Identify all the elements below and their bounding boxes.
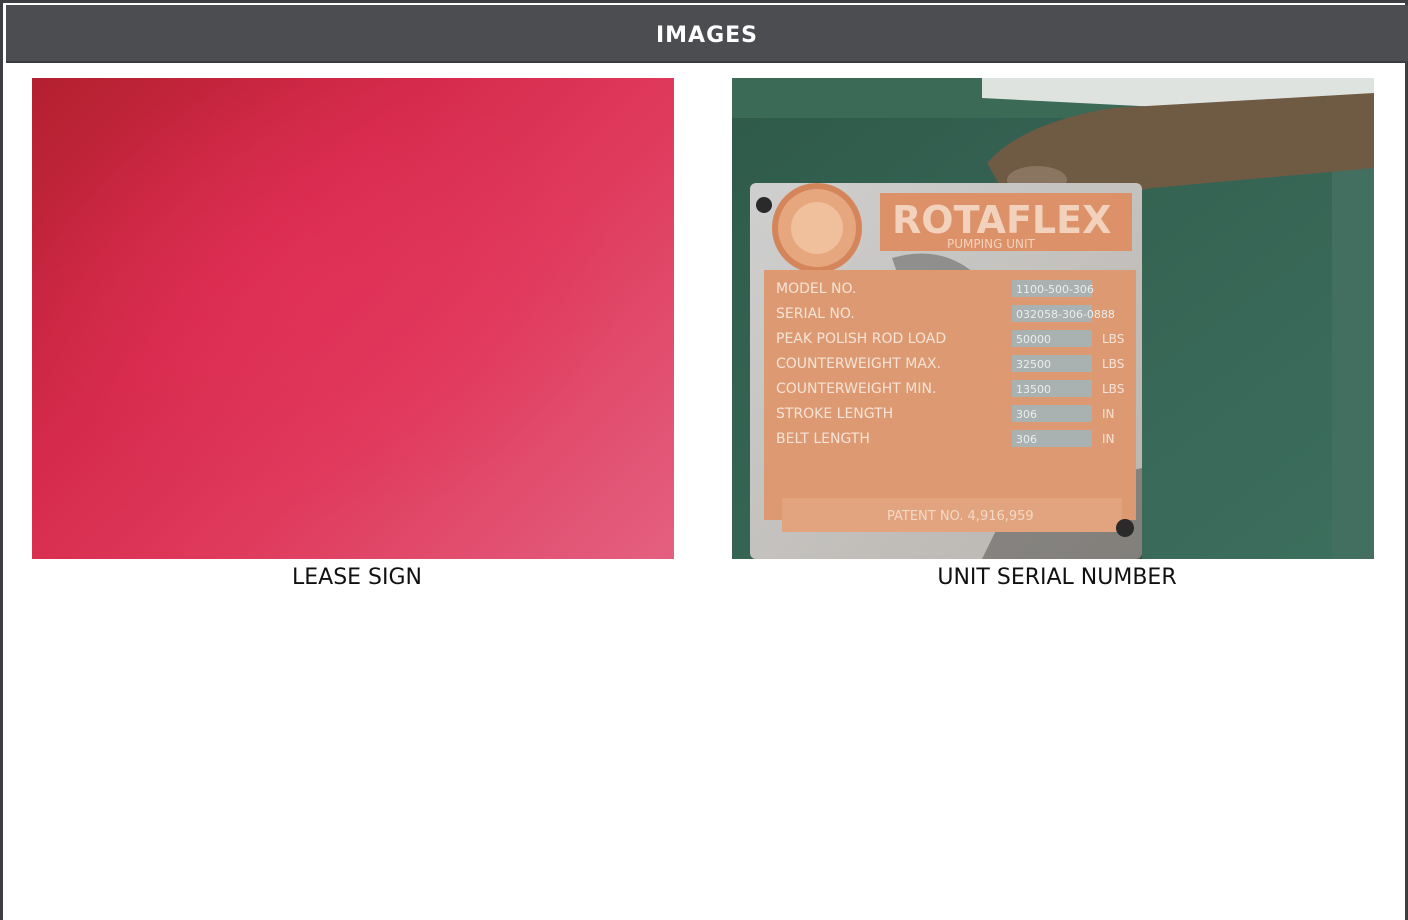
plate-subtitle-text: PUMPING UNIT bbox=[947, 237, 1036, 251]
plate-row-unit: LBS bbox=[1102, 332, 1124, 346]
plate-patent-text: PATENT NO. 4,916,959 bbox=[887, 509, 1034, 524]
plate-row-label: COUNTERWEIGHT MIN. bbox=[776, 381, 936, 397]
plate-row-value: 1100-500-306 bbox=[1016, 283, 1094, 296]
images-panel: IMAGES LEASE SIGN ROTAFLEX PUMPING UNIT … bbox=[0, 0, 1408, 920]
unit-serial-caption: UNIT SERIAL NUMBER bbox=[937, 565, 1177, 590]
plate-row-value: 306 bbox=[1016, 408, 1037, 421]
serial-plate-image: ROTAFLEX PUMPING UNIT MODEL NO. 1100-500-… bbox=[732, 78, 1374, 559]
image-card-lease-sign[interactable]: LEASE SIGN bbox=[32, 78, 674, 590]
plate-row-label: SERIAL NO. bbox=[776, 306, 855, 322]
plate-brand-text: ROTAFLEX bbox=[892, 198, 1111, 242]
plate-row-label: MODEL NO. bbox=[776, 281, 856, 297]
plate-row-unit: IN bbox=[1102, 432, 1115, 446]
plate-row-value: 032058-306-0888 bbox=[1016, 308, 1115, 321]
plate-row-label: BELT LENGTH bbox=[776, 431, 870, 447]
plate-row-label: COUNTERWEIGHT MAX. bbox=[776, 356, 941, 372]
image-card-unit-serial[interactable]: ROTAFLEX PUMPING UNIT MODEL NO. 1100-500-… bbox=[732, 78, 1374, 590]
lease-sign-photo[interactable] bbox=[32, 78, 674, 559]
plate-row-unit: LBS bbox=[1102, 357, 1124, 371]
plate-row-value: 50000 bbox=[1016, 333, 1051, 346]
plate-row-unit: IN bbox=[1102, 407, 1115, 421]
plate-row-label: PEAK POLISH ROD LOAD bbox=[776, 331, 946, 347]
lease-sign-caption: LEASE SIGN bbox=[291, 565, 423, 590]
plate-row-label: STROKE LENGTH bbox=[776, 406, 893, 422]
plate-row-value: 306 bbox=[1016, 433, 1037, 446]
unit-serial-photo[interactable]: ROTAFLEX PUMPING UNIT MODEL NO. 1100-500-… bbox=[732, 78, 1374, 559]
plate-row-value: 32500 bbox=[1016, 358, 1051, 371]
plate-row-unit: LBS bbox=[1102, 382, 1124, 396]
lease-sign-image bbox=[32, 78, 674, 559]
panel-header: IMAGES bbox=[6, 5, 1408, 63]
panel-title: IMAGES bbox=[655, 23, 759, 48]
plate-row-value: 13500 bbox=[1016, 383, 1051, 396]
